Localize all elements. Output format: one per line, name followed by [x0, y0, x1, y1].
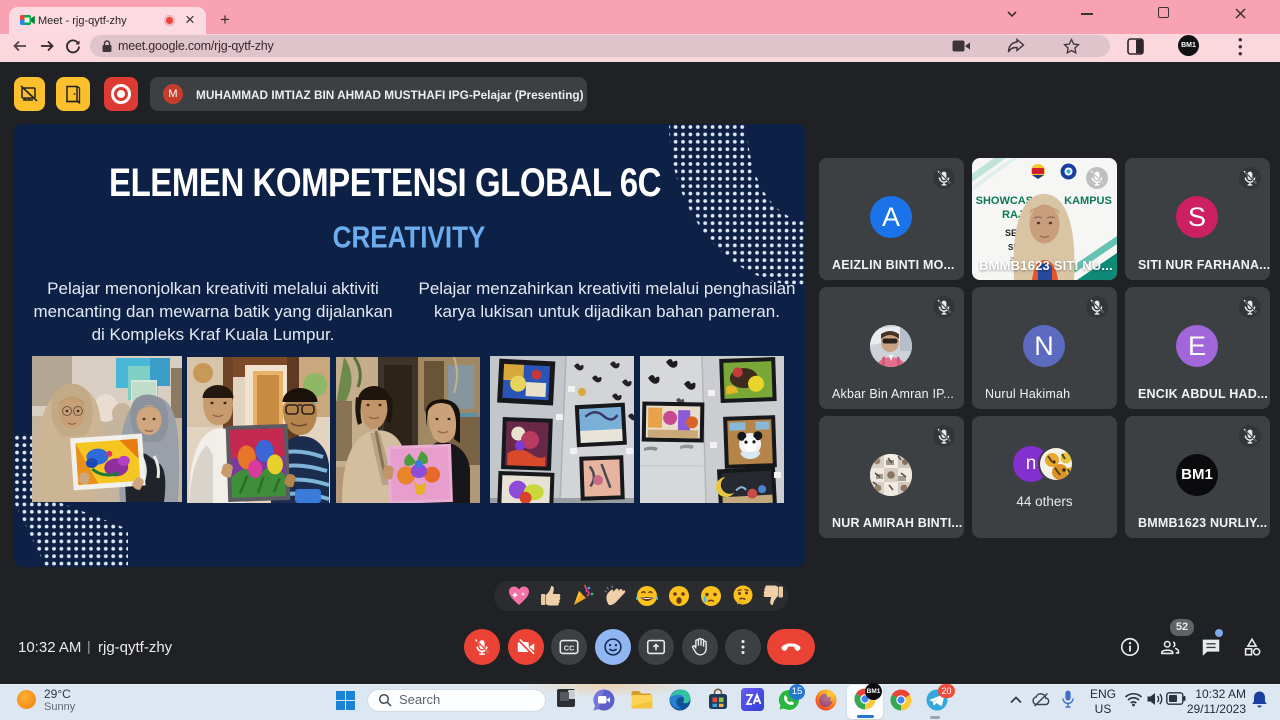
- svg-text:CC: CC: [564, 643, 575, 652]
- svg-text:KAMPUS: KAMPUS: [1064, 195, 1112, 207]
